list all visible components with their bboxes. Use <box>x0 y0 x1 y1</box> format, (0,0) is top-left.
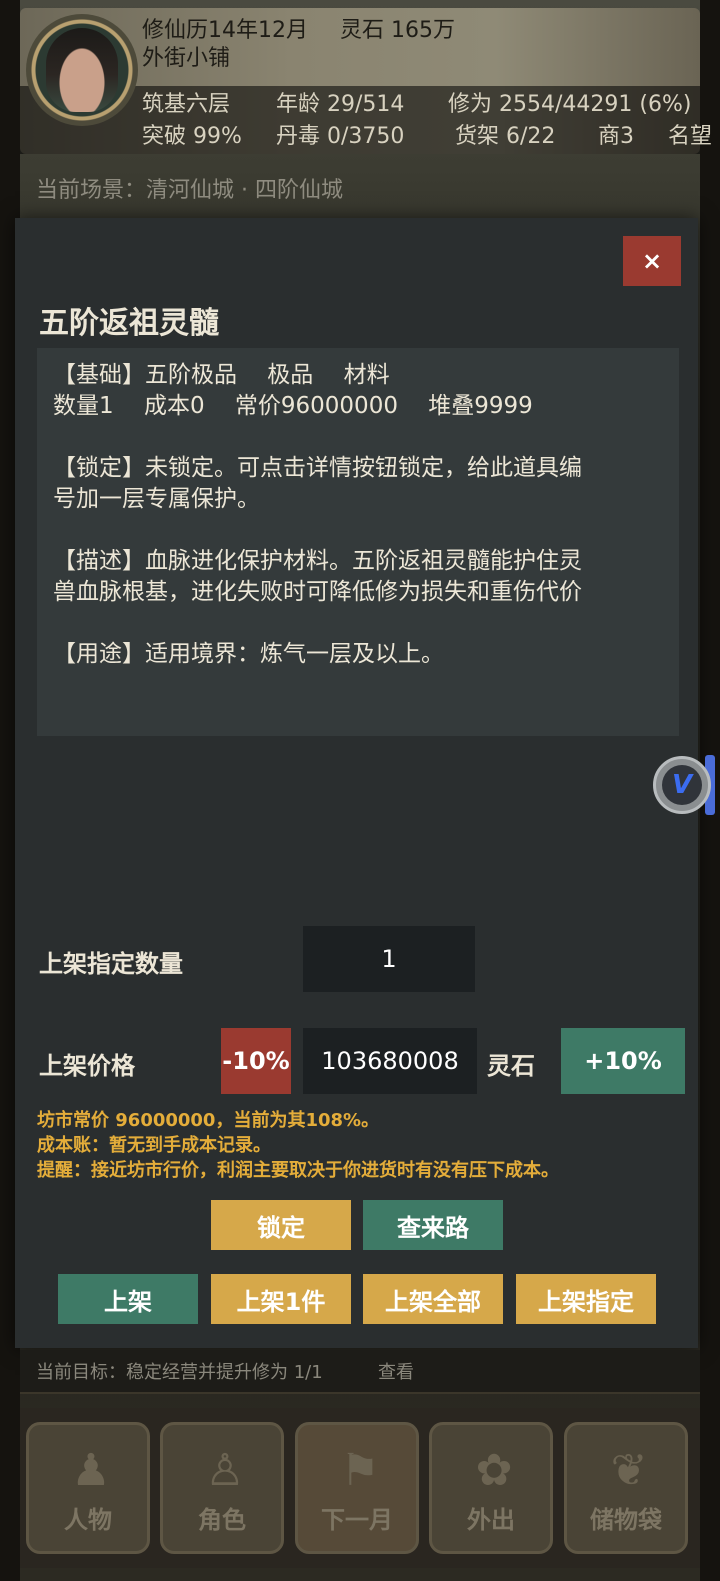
list-one-button[interactable]: 上架1件 <box>211 1274 351 1324</box>
assistant-badge[interactable]: V <box>653 756 711 814</box>
bottom-nav: ♟ 人物 ♙ 角色 ⚑ 下一月 ✿ 外出 ❦ 储物袋 <box>20 1408 700 1568</box>
item-title: 五阶返祖灵髓 <box>39 306 219 341</box>
reputation-stat: 名望 <box>668 124 713 149</box>
price-increase-button[interactable]: +10% <box>561 1028 685 1094</box>
list-button[interactable]: 上架 <box>58 1274 198 1324</box>
flag-icon: ⚑ <box>340 1445 380 1496</box>
spirit-stones-count: 灵石 165万 <box>340 18 455 43</box>
realm-stat: 筑基六层 <box>142 92 231 117</box>
breakthrough-stat: 突破 99% <box>142 124 242 149</box>
travel-icon: ✿ <box>475 1445 513 1496</box>
desc-usage: 【用途】适用境界：炼气一层及以上。 <box>53 641 444 667</box>
nav-person-button[interactable]: ♟ 人物 <box>26 1422 150 1554</box>
shop-name: 外街小铺 <box>142 46 231 71</box>
pill-poison-stat: 丹毒 0/3750 <box>276 124 405 149</box>
avatar-portrait <box>46 28 118 112</box>
v-logo-icon: V <box>662 765 702 805</box>
nav-label: 角色 <box>198 1506 246 1534</box>
desc-lock-2: 号加一层专属保护。 <box>53 486 260 512</box>
cost-hint: 成本账：暂无到手成本记录。 <box>37 1135 271 1156</box>
reminder-hint: 提醒：接近坊市行价，利润主要取决于你进货时有没有压下成本。 <box>37 1160 559 1181</box>
current-scene: 当前场景：清河仙城 · 四阶仙城 <box>36 178 343 203</box>
nav-travel-button[interactable]: ✿ 外出 <box>429 1422 553 1554</box>
currency-label: 灵石 <box>487 1052 535 1080</box>
lock-button[interactable]: 锁定 <box>211 1200 351 1250</box>
close-button[interactable]: × <box>623 236 681 286</box>
list-specified-button[interactable]: 上架指定 <box>516 1274 656 1324</box>
cultivation-stat: 修为 2554/44291 (6%) <box>448 92 692 117</box>
bag-icon: ❦ <box>610 1445 648 1496</box>
current-goal: 当前目标：稳定经营并提升修为 1/1 <box>36 1362 323 1383</box>
item-detail-modal: × 五阶返祖灵髓 【基础】五阶极品 极品 材料 数量1 成本0 常价960000… <box>15 218 698 1348</box>
merchant-stat: 商3 <box>598 124 634 149</box>
list-all-button[interactable]: 上架全部 <box>363 1274 503 1324</box>
item-description-box: 【基础】五阶极品 极品 材料 数量1 成本0 常价96000000 堆叠9999… <box>37 348 679 736</box>
person-icon: ♟ <box>71 1445 111 1496</box>
desc-stats: 数量1 成本0 常价96000000 堆叠9999 <box>53 393 533 419</box>
nav-character-button[interactable]: ♙ 角色 <box>160 1422 284 1554</box>
goal-bar: 当前目标：稳定经营并提升修为 1/1 查看 <box>20 1350 700 1394</box>
desc-basic: 【基础】五阶极品 极品 材料 <box>53 362 390 388</box>
price-label: 上架价格 <box>39 1052 135 1080</box>
nav-next-month-button[interactable]: ⚑ 下一月 <box>295 1422 419 1554</box>
nav-label: 储物袋 <box>590 1506 662 1534</box>
nav-bag-button[interactable]: ❦ 储物袋 <box>564 1422 688 1554</box>
desc-description-2: 兽血脉根基，进化失败时可降低修为损失和重伤代价 <box>53 579 582 605</box>
view-goal-link[interactable]: 查看 <box>378 1358 414 1384</box>
trace-origin-button[interactable]: 查来路 <box>363 1200 503 1250</box>
nav-label: 下一月 <box>321 1506 393 1534</box>
market-price-hint: 坊市常价 96000000，当前为其108%。 <box>37 1110 380 1131</box>
nav-label: 人物 <box>64 1506 112 1534</box>
quantity-label: 上架指定数量 <box>39 950 183 978</box>
shelves-stat: 货架 6/22 <box>455 124 556 149</box>
price-input[interactable]: 103680008 <box>303 1028 477 1094</box>
age-stat: 年龄 29/514 <box>276 92 405 117</box>
desc-lock-1: 【锁定】未锁定。可点击详情按钮锁定，给此道具编 <box>53 455 582 481</box>
nav-label: 外出 <box>467 1506 515 1534</box>
quantity-input[interactable]: 1 <box>303 926 475 992</box>
desc-description-1: 【描述】血脉进化保护材料。五阶返祖灵髓能护住灵 <box>53 548 582 574</box>
character-icon: ♙ <box>205 1445 245 1496</box>
price-decrease-button[interactable]: -10% <box>221 1028 291 1094</box>
avatar[interactable] <box>26 14 138 126</box>
